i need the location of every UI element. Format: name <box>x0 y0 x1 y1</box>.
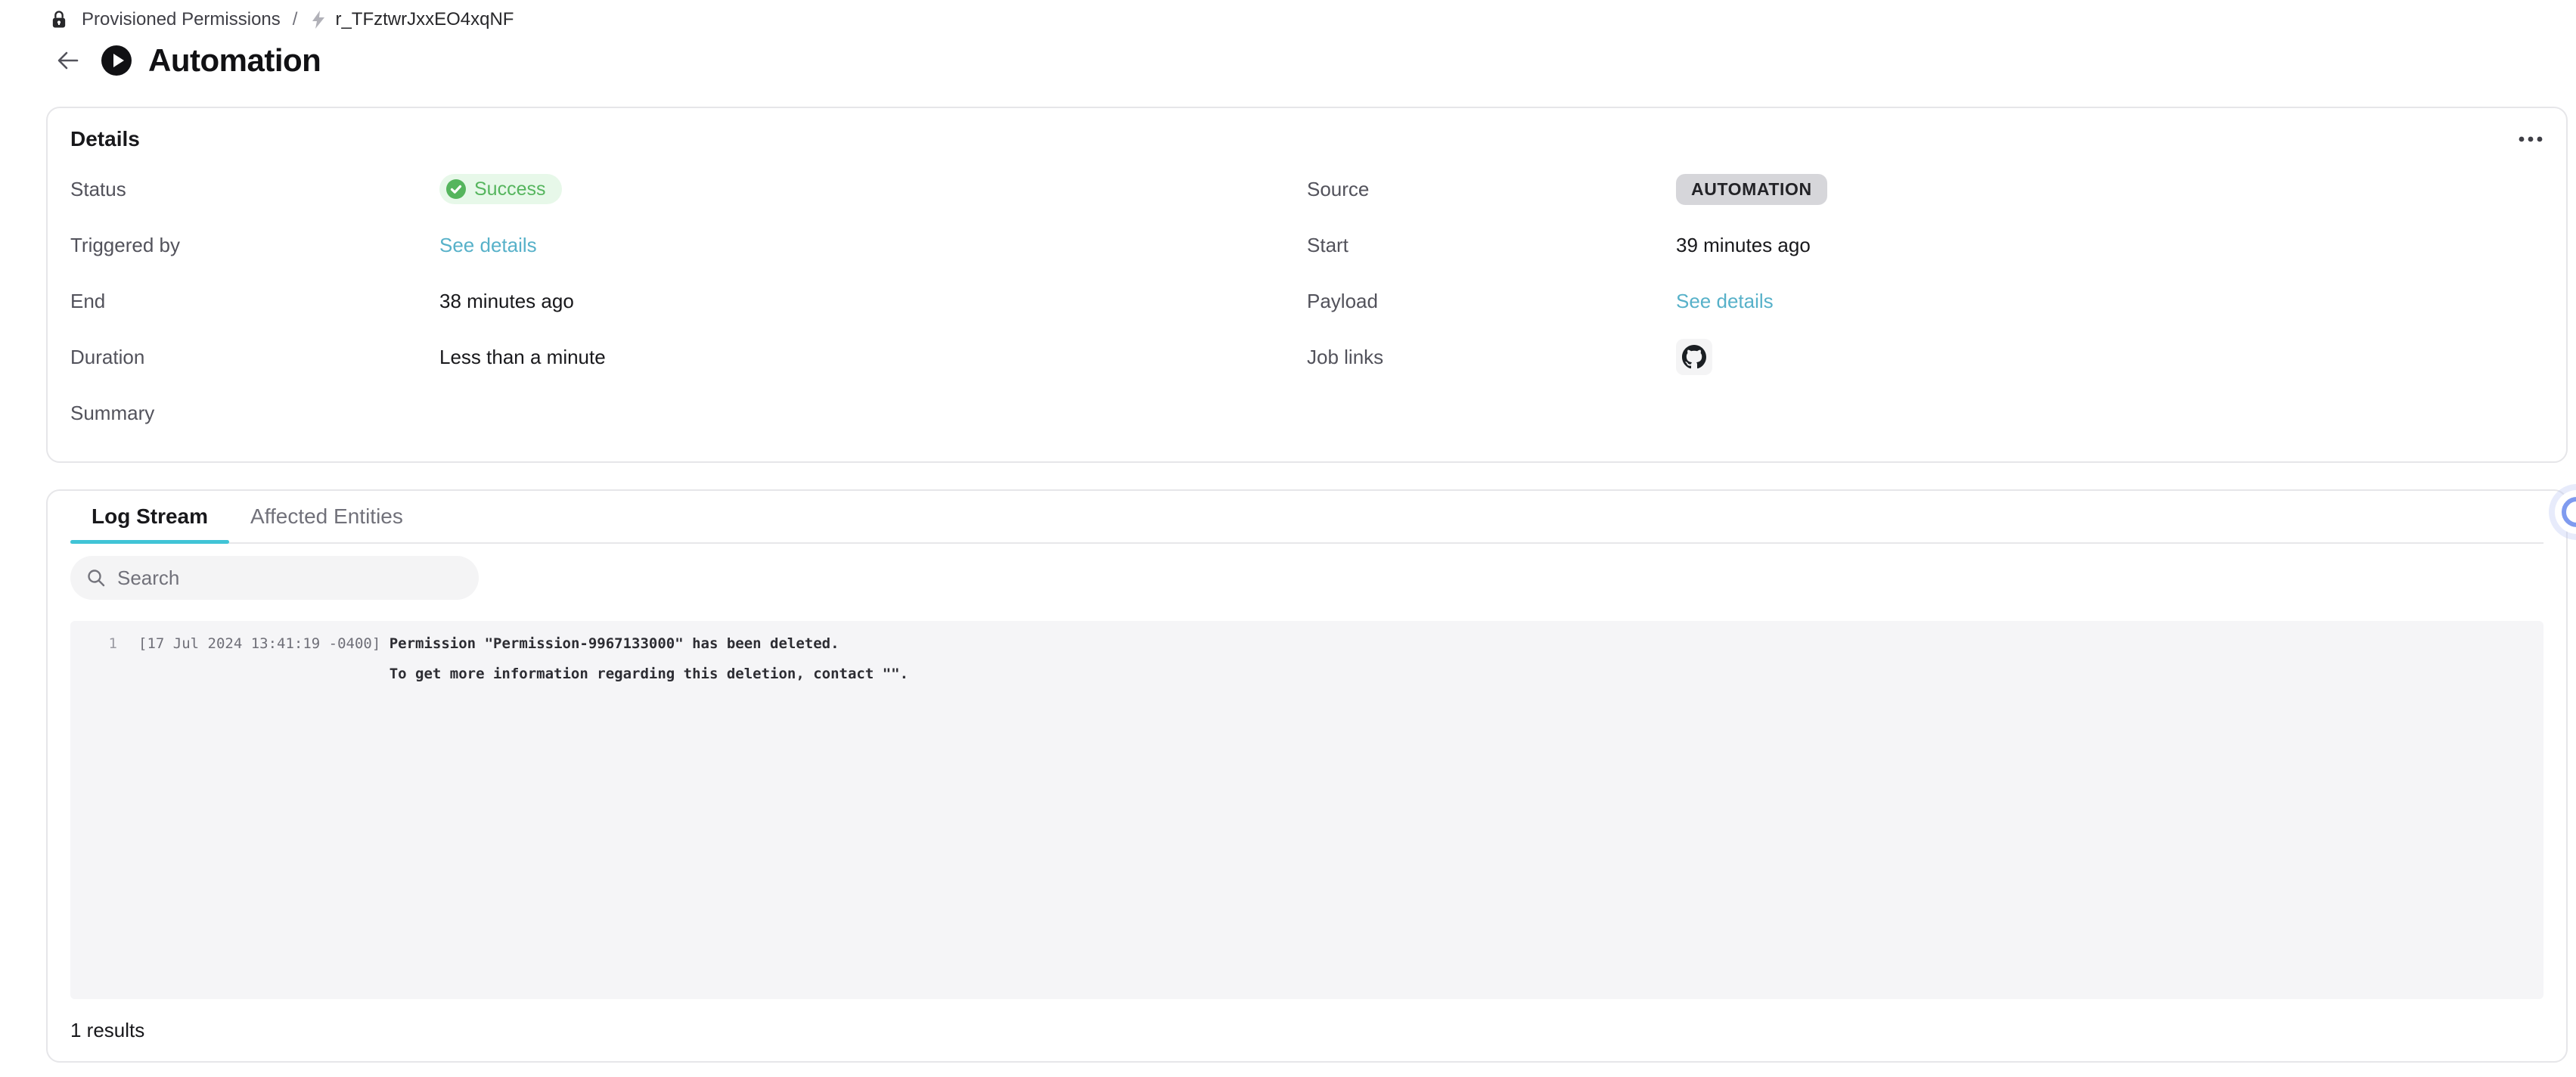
job-links-label: Job links <box>1307 346 1676 369</box>
detail-row-triggered-by: Triggered by See details <box>70 217 1307 273</box>
duration-label: Duration <box>70 346 439 369</box>
lightning-icon <box>309 10 327 29</box>
detail-row-summary: Summary <box>70 385 1307 441</box>
search-input[interactable] <box>117 566 467 590</box>
breadcrumb-current-label: r_TFztwrJxxEO4xqNF <box>335 9 514 30</box>
check-circle-icon <box>445 178 467 200</box>
details-card: Details Status <box>46 107 2568 463</box>
more-menu-button[interactable] <box>2501 126 2543 152</box>
tab-affected-entities[interactable]: Affected Entities <box>229 491 424 542</box>
page-header: Automation <box>51 42 321 79</box>
log-line-number: 1 <box>70 629 117 659</box>
details-grid: Status Success Triggered by See details … <box>70 161 2543 441</box>
summary-label: Summary <box>70 402 439 425</box>
detail-row-source: Source AUTOMATION <box>1307 161 2543 217</box>
tabs-bar: Log Stream Affected Entities <box>70 491 2543 544</box>
triggered-by-see-details-link[interactable]: See details <box>439 234 537 257</box>
back-button[interactable] <box>51 44 85 77</box>
detail-row-payload: Payload See details <box>1307 273 2543 329</box>
log-message: Permission "Permission-9967133000" has b… <box>390 629 840 659</box>
detail-row-duration: Duration Less than a minute <box>70 329 1307 385</box>
source-badge: AUTOMATION <box>1676 174 1827 205</box>
triggered-by-label: Triggered by <box>70 234 439 257</box>
detail-row-end: End 38 minutes ago <box>70 273 1307 329</box>
breadcrumb-separator: / <box>293 9 298 30</box>
lock-icon <box>48 9 70 30</box>
results-count: 1 results <box>70 1019 2543 1042</box>
tab-log-stream[interactable]: Log Stream <box>70 491 229 542</box>
status-badge: Success <box>439 174 562 204</box>
payload-see-details-link[interactable]: See details <box>1676 290 1774 313</box>
detail-row-start: Start 39 minutes ago <box>1307 217 2543 273</box>
duration-value: Less than a minute <box>439 346 606 369</box>
details-card-title: Details <box>70 127 140 151</box>
breadcrumb-root[interactable]: Provisioned Permissions <box>82 9 281 30</box>
page-title: Automation <box>148 42 321 79</box>
status-label: Status <box>70 178 439 201</box>
detail-row-status: Status Success <box>70 161 1307 217</box>
log-timestamp: [17 Jul 2024 13:41:19 -0400] <box>138 629 380 659</box>
play-icon <box>101 45 132 76</box>
github-icon <box>1682 345 1706 369</box>
start-label: Start <box>1307 234 1676 257</box>
breadcrumb-current[interactable]: r_TFztwrJxxEO4xqNF <box>309 9 514 30</box>
breadcrumb: Provisioned Permissions / r_TFztwrJxxEO4… <box>48 9 514 30</box>
search-icon <box>85 567 107 588</box>
beacon-ring-icon <box>2562 497 2576 527</box>
end-label: End <box>70 290 439 313</box>
log-search[interactable] <box>70 556 479 600</box>
log-line: 1 [17 Jul 2024 13:41:19 -0400] Permission … <box>70 629 2543 659</box>
detail-row-job-links: Job links <box>1307 329 2543 385</box>
log-card: Log Stream Affected Entities 1 [17 Jul 20… <box>46 489 2568 1063</box>
ellipsis-icon <box>2518 135 2543 143</box>
back-arrow-icon <box>54 46 82 75</box>
details-right-column: Source AUTOMATION Start 39 minutes ago P… <box>1307 161 2543 441</box>
log-stream-viewer[interactable]: 1 [17 Jul 2024 13:41:19 -0400] Permission … <box>70 621 2543 999</box>
end-value: 38 minutes ago <box>439 290 574 313</box>
github-job-link[interactable] <box>1676 339 1712 375</box>
log-message-continuation: To get more information regarding this d… <box>70 659 2543 689</box>
start-value: 39 minutes ago <box>1676 234 1811 257</box>
payload-label: Payload <box>1307 290 1676 313</box>
status-badge-label: Success <box>474 178 545 200</box>
details-left-column: Status Success Triggered by See details … <box>70 161 1307 441</box>
source-label: Source <box>1307 178 1676 201</box>
